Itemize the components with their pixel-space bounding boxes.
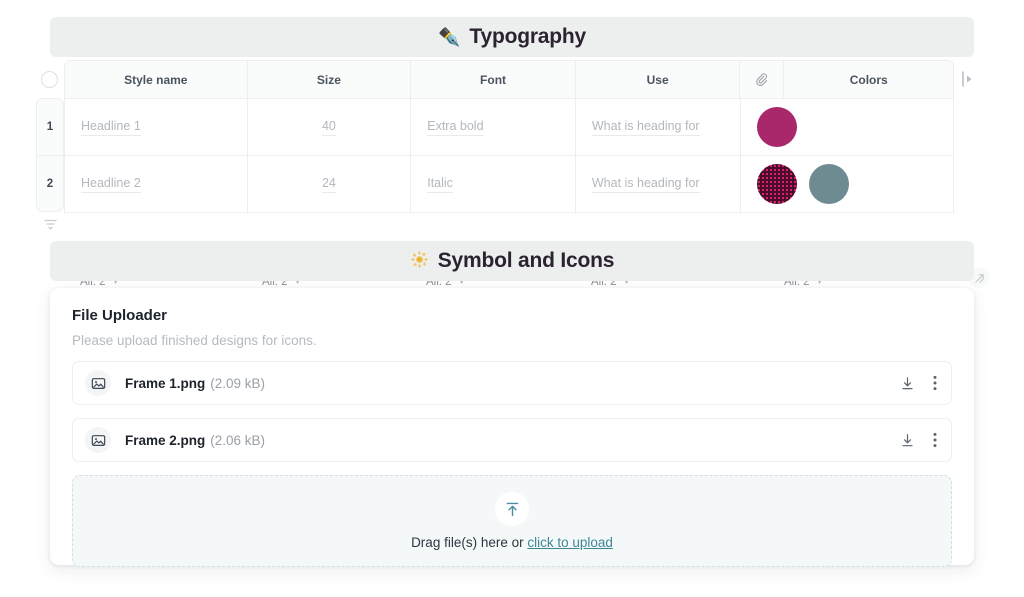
more-options-icon[interactable]	[933, 375, 937, 391]
uploader-subtitle: Please upload finished designs for icons…	[72, 333, 952, 348]
cell-use[interactable]: What is heading for	[575, 156, 740, 212]
upload-icon	[495, 492, 529, 526]
table-row: Headline 2 24 Italic What is heading for	[65, 155, 953, 212]
section-title-symbols: Symbol and Icons	[438, 249, 615, 273]
pen-emoji: ✒️	[438, 28, 460, 46]
uploader-title: File Uploader	[72, 307, 952, 324]
color-swatch[interactable]	[757, 164, 797, 204]
file-name: Frame 2.png	[125, 433, 205, 448]
cell-size[interactable]: 24	[247, 156, 411, 212]
row-number[interactable]: 1	[37, 99, 63, 155]
dropzone-prompt: Drag file(s) here or	[411, 535, 527, 550]
cell-value: What is heading for	[592, 175, 700, 193]
color-swatch[interactable]	[757, 107, 797, 147]
cell-value: What is heading for	[592, 118, 700, 136]
cell-use[interactable]: What is heading for	[575, 99, 740, 155]
section-header-symbols: Symbol and Icons	[50, 241, 974, 281]
row-number-group: 1 2	[36, 98, 64, 212]
image-file-icon	[85, 427, 111, 453]
more-options-icon[interactable]	[933, 432, 937, 448]
file-name: Frame 1.png	[125, 376, 205, 391]
list-item[interactable]: Frame 2.png (2.06 kB)	[72, 418, 952, 462]
color-swatch[interactable]	[809, 164, 849, 204]
cell-value: Extra bold	[427, 118, 483, 136]
cell-style-name[interactable]: Headline 1	[65, 99, 247, 155]
select-all-radio[interactable]	[41, 71, 58, 88]
column-header-size[interactable]: Size	[247, 61, 411, 98]
cell-font[interactable]: Italic	[410, 156, 575, 212]
download-icon[interactable]	[900, 376, 915, 391]
collapse-icon[interactable]	[43, 217, 58, 229]
cell-value: 24	[322, 175, 336, 193]
cell-value: Headline 2	[81, 175, 141, 193]
typography-table: 1 2 Style name Size Font Use	[36, 60, 988, 238]
row-number[interactable]: 2	[37, 155, 63, 211]
file-size: (2.09 kB)	[210, 376, 265, 391]
dropzone-text: Drag file(s) here or click to upload	[411, 535, 613, 550]
table-header-row: Style name Size Font Use Colors	[65, 61, 953, 99]
table-body: Headline 1 40 Extra bold What is heading…	[65, 99, 953, 212]
cell-value: 40	[322, 118, 336, 136]
list-item[interactable]: Frame 1.png (2.09 kB)	[72, 361, 952, 405]
cell-colors[interactable]	[740, 99, 954, 155]
column-header-style-name[interactable]: Style name	[65, 61, 247, 98]
download-icon[interactable]	[900, 433, 915, 448]
expand-right-icon[interactable]	[961, 70, 977, 88]
cell-font[interactable]: Extra bold	[410, 99, 575, 155]
column-header-colors-label: Colors	[784, 73, 953, 87]
table-row: Headline 1 40 Extra bold What is heading…	[65, 99, 953, 155]
table-grid: Style name Size Font Use Colors	[64, 60, 954, 213]
click-to-upload-link[interactable]: click to upload	[527, 535, 613, 550]
cell-style-name[interactable]: Headline 2	[65, 156, 247, 212]
image-file-icon	[85, 370, 111, 396]
column-header-use[interactable]: Use	[575, 61, 740, 98]
section-title-typography: Typography	[469, 25, 586, 49]
cell-colors[interactable]	[740, 156, 954, 212]
section-header-typography: ✒️ Typography	[50, 17, 974, 57]
column-header-font[interactable]: Font	[410, 61, 575, 98]
file-size: (2.06 kB)	[210, 433, 265, 448]
app-page: ✒️ Typography 1 2 Style name Size Font U…	[0, 0, 1024, 597]
cell-size[interactable]: 40	[247, 99, 411, 155]
cell-value: Headline 1	[81, 118, 141, 136]
paperclip-icon[interactable]	[740, 61, 784, 98]
sparkle-icon	[410, 250, 429, 272]
column-header-colors[interactable]: Colors	[739, 61, 953, 98]
file-dropzone[interactable]: Drag file(s) here or click to upload	[72, 475, 952, 567]
file-uploader-card: File Uploader Please upload finished des…	[50, 288, 974, 565]
cell-value: Italic	[427, 175, 453, 193]
row-gutter: 1 2	[36, 60, 64, 238]
